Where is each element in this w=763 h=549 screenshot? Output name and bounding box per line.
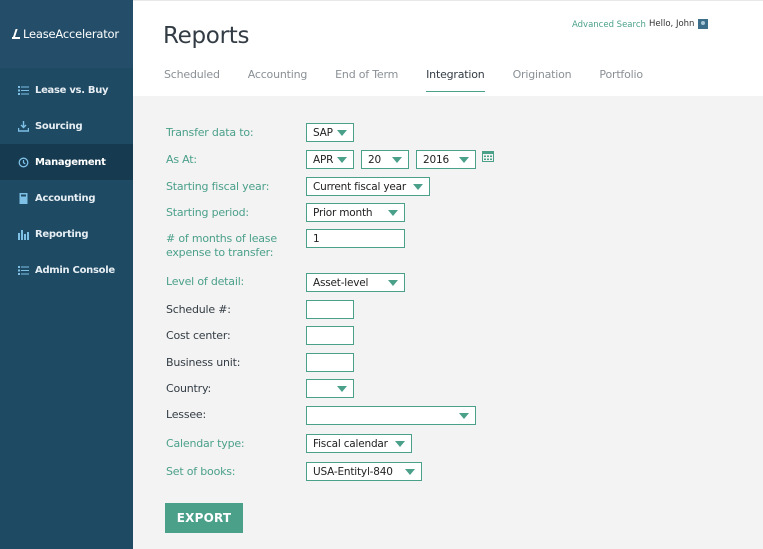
cost-center-label: Cost center: — [166, 329, 231, 342]
as-at-year-select[interactable]: 2016 — [416, 150, 476, 169]
schedule-label: Schedule #: — [166, 303, 231, 316]
tab-origination[interactable]: Origination — [513, 68, 572, 92]
as-at-label: As At: — [166, 153, 197, 166]
set-of-books-select[interactable]: USA-Entityl-840 — [306, 462, 422, 481]
tab-bar: Scheduled Accounting End of Term Integra… — [164, 68, 671, 92]
logo-text: LeaseAccelerator — [23, 27, 119, 41]
sidebar-item-sourcing[interactable]: Sourcing — [0, 108, 133, 144]
integration-form: Transfer data to: SAP As At: APR 20 2016… — [133, 96, 763, 549]
sidebar-item-reporting[interactable]: Reporting — [0, 216, 133, 252]
chevron-down-icon — [337, 130, 347, 136]
level-of-detail-select[interactable]: Asset-level — [306, 273, 405, 292]
as-at-month-value: APR — [313, 153, 334, 166]
tab-scheduled[interactable]: Scheduled — [164, 68, 220, 92]
starting-fiscal-year-label: Starting fiscal year: — [166, 180, 270, 193]
set-of-books-label: Set of books: — [166, 465, 236, 478]
country-label: Country: — [166, 382, 212, 395]
business-unit-label: Business unit: — [166, 356, 241, 369]
country-select[interactable] — [306, 379, 354, 398]
tab-portfolio[interactable]: Portfolio — [599, 68, 643, 92]
sidebar-item-label: Reporting — [35, 228, 89, 240]
chevron-down-icon — [395, 441, 405, 447]
calendar-type-select[interactable]: Fiscal calendar — [306, 434, 412, 453]
tab-integration[interactable]: Integration — [426, 68, 485, 92]
greeting-text: Hello, John — [649, 19, 695, 29]
tab-end-of-term[interactable]: End of Term — [335, 68, 398, 92]
tab-accounting[interactable]: Accounting — [248, 68, 308, 92]
starting-period-value: Prior month — [313, 206, 373, 219]
calculator-icon — [18, 192, 29, 204]
transfer-to-select[interactable]: SAP — [306, 123, 354, 142]
export-button[interactable]: EXPORT — [165, 503, 243, 533]
user-icon[interactable] — [698, 19, 709, 29]
chevron-down-icon — [405, 469, 415, 475]
sidebar-item-label: Admin Console — [35, 264, 115, 276]
months-expense-input[interactable]: 1 — [306, 229, 405, 248]
calendar-type-label: Calendar type: — [166, 437, 245, 450]
user-greeting[interactable]: Hello, John — [649, 19, 709, 29]
cost-center-input[interactable] — [306, 326, 354, 345]
download-icon — [18, 120, 29, 132]
sidebar-item-lease-vs-buy[interactable]: Lease vs. Buy — [0, 72, 133, 108]
sidebar-item-label: Sourcing — [35, 120, 83, 132]
logo-area: LeaseAccelerator — [0, 0, 133, 68]
chevron-down-icon — [459, 413, 469, 419]
starting-fiscal-year-value: Current fiscal year — [313, 180, 406, 193]
advanced-search-link[interactable]: Advanced Search — [572, 20, 646, 30]
starting-period-label: Starting period: — [166, 206, 249, 219]
as-at-day-select[interactable]: 20 — [361, 150, 409, 169]
as-at-month-select[interactable]: APR — [306, 150, 354, 169]
list-icon — [18, 85, 29, 96]
level-of-detail-value: Asset-level — [313, 276, 369, 289]
sidebar-item-management[interactable]: Management — [0, 144, 133, 180]
logo-icon — [12, 29, 22, 39]
sidebar-item-label: Accounting — [35, 192, 96, 204]
business-unit-input[interactable] — [306, 353, 354, 372]
logo[interactable]: LeaseAccelerator — [12, 27, 119, 41]
chevron-down-icon — [392, 157, 402, 163]
transfer-to-value: SAP — [313, 126, 333, 139]
header: Reports Advanced Search Hello, John Sche… — [133, 0, 763, 96]
level-of-detail-label: Level of detail: — [166, 275, 245, 288]
chevron-down-icon — [388, 280, 398, 286]
starting-period-select[interactable]: Prior month — [306, 203, 405, 222]
sidebar-item-label: Management — [35, 156, 106, 168]
starting-fiscal-year-select[interactable]: Current fiscal year — [306, 177, 430, 196]
chevron-down-icon — [459, 157, 469, 163]
transfer-to-label: Transfer data to: — [166, 126, 254, 139]
sidebar: LeaseAccelerator Lease vs. Buy Sourcing … — [0, 0, 133, 549]
months-expense-label-line1: # of months of lease — [166, 232, 277, 245]
chevron-down-icon — [413, 184, 423, 190]
as-at-year-value: 2016 — [423, 153, 449, 166]
set-of-books-value: USA-Entityl-840 — [313, 465, 393, 478]
page-title: Reports — [163, 23, 250, 49]
months-expense-value: 1 — [313, 232, 320, 245]
sidebar-item-accounting[interactable]: Accounting — [0, 180, 133, 216]
sidebar-item-label: Lease vs. Buy — [35, 84, 109, 96]
bar-chart-icon — [18, 229, 29, 240]
months-expense-label: # of months of lease expense to transfer… — [166, 232, 277, 260]
list-icon — [18, 265, 29, 276]
chevron-down-icon — [337, 157, 347, 163]
calendar-icon[interactable] — [482, 150, 494, 162]
sidebar-nav: Lease vs. Buy Sourcing Management Accoun… — [0, 72, 133, 288]
chevron-down-icon — [388, 210, 398, 216]
months-expense-label-line2: expense to transfer: — [166, 246, 274, 259]
lessee-label: Lessee: — [166, 408, 207, 421]
schedule-input[interactable] — [306, 300, 354, 319]
lessee-select[interactable] — [306, 406, 476, 425]
calendar-type-value: Fiscal calendar — [313, 437, 388, 450]
history-icon — [18, 157, 29, 168]
as-at-day-value: 20 — [368, 153, 381, 166]
chevron-down-icon — [337, 386, 347, 392]
sidebar-item-admin-console[interactable]: Admin Console — [0, 252, 133, 288]
